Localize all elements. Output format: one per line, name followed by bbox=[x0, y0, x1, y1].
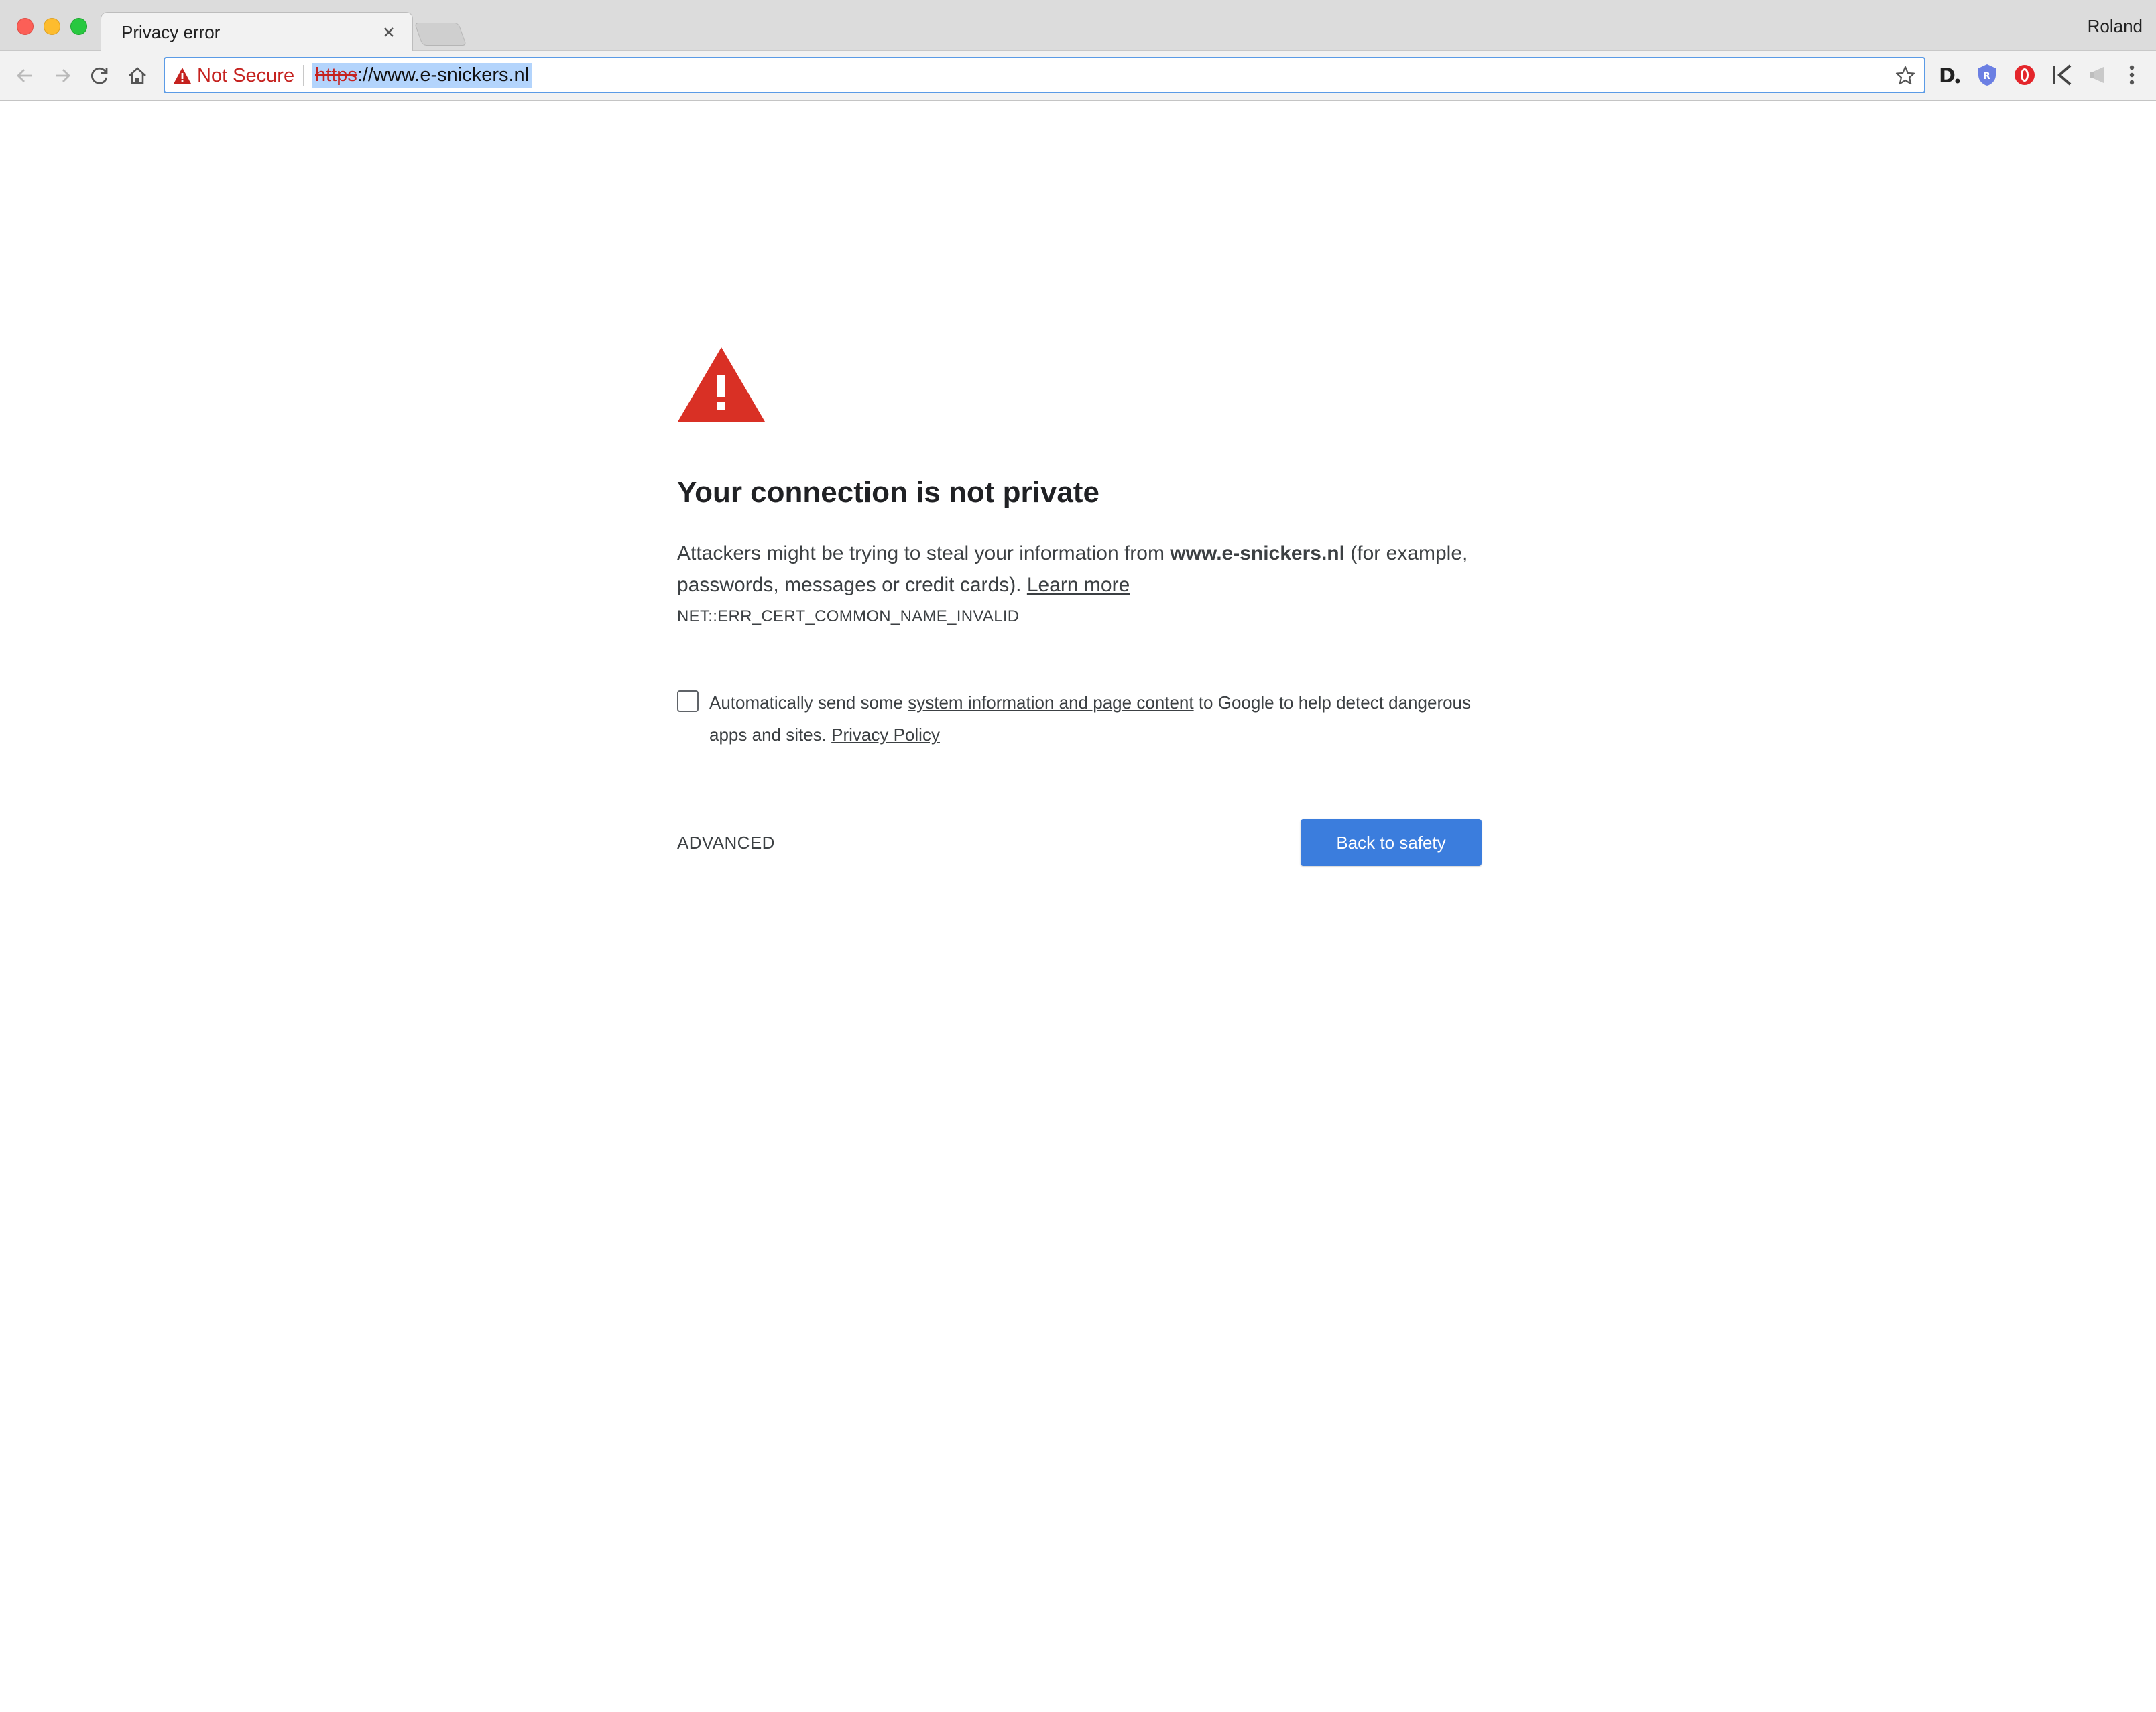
optin-text: Automatically send some system informati… bbox=[709, 686, 1487, 751]
home-button[interactable] bbox=[122, 60, 153, 91]
tab-title: Privacy error bbox=[121, 22, 221, 42]
title-bar: Privacy error Roland bbox=[0, 0, 2156, 52]
extension-opera-icon[interactable] bbox=[2011, 62, 2038, 88]
url-host: ://www.e-snickers.nl bbox=[357, 64, 530, 86]
extension-megaphone-icon[interactable] bbox=[2086, 62, 2113, 88]
window-close-button[interactable] bbox=[17, 18, 34, 35]
home-icon bbox=[129, 67, 146, 84]
extension-d-icon[interactable]: D bbox=[1936, 62, 1963, 88]
page-heading: Your connection is not private bbox=[677, 476, 1099, 509]
reload-icon bbox=[91, 67, 108, 84]
back-to-safety-button[interactable]: Back to safety bbox=[1301, 819, 1482, 866]
privacy-policy-link[interactable]: Privacy Policy bbox=[831, 725, 940, 745]
tab-privacy-error[interactable]: Privacy error bbox=[101, 12, 413, 52]
url-scheme: https bbox=[315, 64, 357, 86]
warning-icon bbox=[174, 68, 191, 84]
arrow-right-icon bbox=[56, 69, 70, 82]
new-tab-button[interactable] bbox=[414, 23, 467, 46]
not-secure-label[interactable]: Not Secure bbox=[197, 65, 294, 87]
url-text[interactable]: https://www.e-snickers.nl bbox=[312, 63, 532, 88]
learn-more-link[interactable]: Learn more bbox=[1027, 574, 1130, 596]
arrow-left-icon bbox=[17, 69, 32, 82]
extension-shield-r-icon[interactable]: R bbox=[1974, 62, 2000, 88]
profile-name[interactable]: Roland bbox=[2088, 16, 2143, 37]
optin-prefix: Automatically send some bbox=[709, 692, 908, 713]
system-information-link[interactable]: system information and page content bbox=[908, 692, 1193, 713]
svg-text:R: R bbox=[1983, 71, 1990, 82]
explanation-text: Attackers might be trying to steal your … bbox=[677, 538, 1482, 601]
tab-close-icon[interactable] bbox=[380, 23, 398, 41]
send-info-checkbox[interactable] bbox=[677, 690, 699, 712]
host-name: www.e-snickers.nl bbox=[1170, 542, 1345, 564]
reload-button[interactable] bbox=[84, 60, 115, 91]
svg-text:D: D bbox=[1939, 64, 1956, 88]
advanced-button[interactable]: ADVANCED bbox=[677, 833, 775, 853]
three-dot-menu-icon[interactable] bbox=[2118, 62, 2145, 88]
error-code: NET::ERR_CERT_COMMON_NAME_INVALID bbox=[677, 607, 1020, 625]
warning-triangle-icon bbox=[678, 347, 765, 422]
window-maximize-button[interactable] bbox=[70, 18, 87, 35]
back-button[interactable] bbox=[9, 60, 40, 91]
window-minimize-button[interactable] bbox=[44, 18, 60, 35]
forward-button[interactable] bbox=[47, 60, 78, 91]
explanation-prefix: Attackers might be trying to steal your … bbox=[677, 542, 1171, 564]
extension-bracket-icon[interactable] bbox=[2049, 62, 2076, 88]
address-bar[interactable]: Not Secure https://www.e-snickers.nl bbox=[164, 57, 1925, 93]
omnibox-separator bbox=[303, 65, 304, 86]
star-icon[interactable] bbox=[1895, 65, 1916, 86]
toolbar: Not Secure https://www.e-snickers.nl D R bbox=[0, 51, 2156, 101]
